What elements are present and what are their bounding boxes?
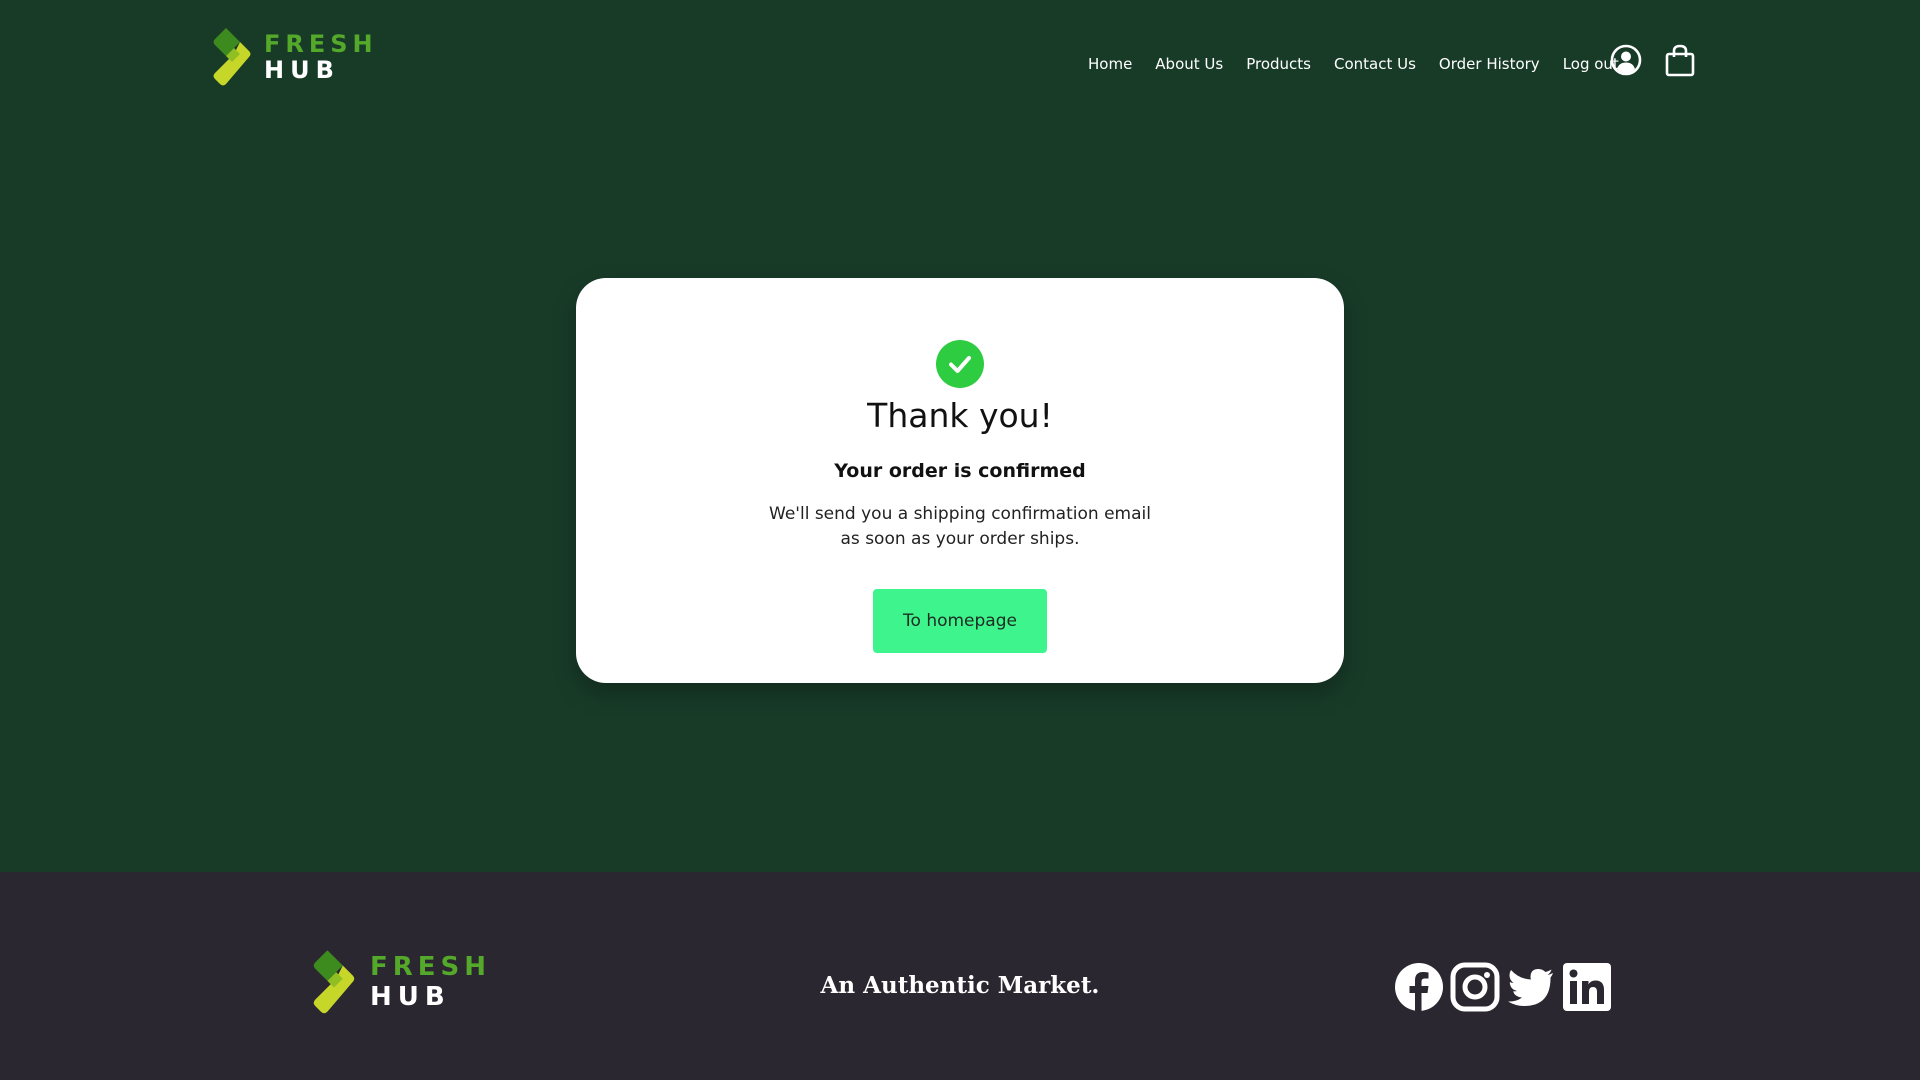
confirmation-subtitle: Your order is confirmed: [834, 460, 1086, 482]
confirmation-title: Thank you!: [867, 396, 1053, 435]
header-logo[interactable]: FRESH HUB: [212, 26, 378, 88]
confirmation-message: We'll send you a shipping confirmation e…: [576, 502, 1344, 552]
logo-word-fresh: FRESH: [264, 30, 378, 58]
linkedin-icon[interactable]: [1562, 962, 1612, 1016]
fresh-hub-logo-icon: [212, 26, 252, 88]
nav-products[interactable]: Products: [1246, 55, 1311, 73]
check-circle-icon: [936, 340, 984, 388]
order-confirmation-card: Thank you! Your order is confirmed We'll…: [576, 278, 1344, 683]
nav-about-us[interactable]: About Us: [1155, 55, 1223, 73]
facebook-icon[interactable]: [1394, 962, 1444, 1016]
user-circle-icon[interactable]: [1610, 44, 1642, 80]
instagram-icon[interactable]: [1450, 962, 1500, 1016]
logo-word-hub: HUB: [264, 56, 340, 84]
to-homepage-button[interactable]: To homepage: [873, 589, 1047, 653]
logo-wordmark: FRESH HUB: [264, 32, 378, 82]
confirmation-message-line-2: as soon as your order ships.: [840, 529, 1080, 549]
shopping-bag-icon[interactable]: [1665, 44, 1695, 81]
site-header: FRESH HUB Home About Us Products Contact…: [0, 0, 1920, 130]
footer-tagline: An Authentic Market.: [820, 972, 1100, 999]
nav-home[interactable]: Home: [1088, 55, 1132, 73]
twitter-icon[interactable]: [1506, 962, 1556, 1016]
nav-order-history[interactable]: Order History: [1439, 55, 1540, 73]
confirmation-message-line-1: We'll send you a shipping confirmation e…: [769, 504, 1151, 524]
nav-contact-us[interactable]: Contact Us: [1334, 55, 1416, 73]
social-links: [1394, 962, 1612, 1016]
main-nav: Home About Us Products Contact Us Order …: [1088, 55, 1619, 73]
